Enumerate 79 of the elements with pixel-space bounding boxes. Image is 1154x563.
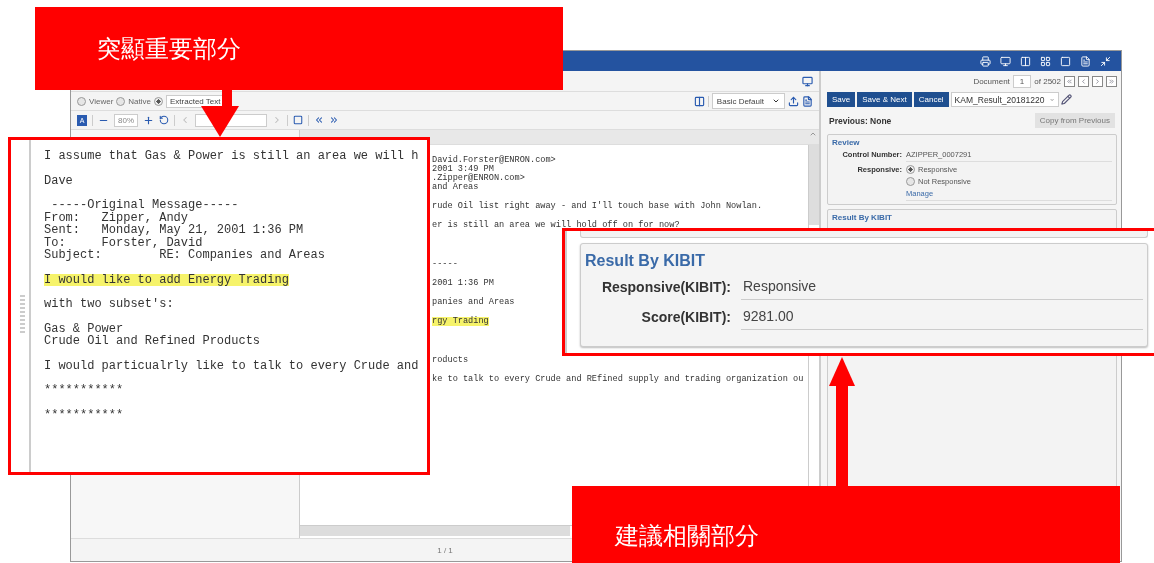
fit-page-icon[interactable] [293, 115, 303, 125]
action-button[interactable]: Save [827, 92, 856, 107]
highlighted-text: I would like to add Energy Trading [44, 273, 289, 286]
field-label: Responsive(KIBIT): [600, 279, 731, 295]
text-line: 2001 3:49 PM [432, 165, 494, 174]
text-line: *********** [44, 384, 124, 397]
text-line: panies and Areas [432, 298, 515, 307]
field-value: Responsive [741, 274, 1143, 300]
nav-button[interactable] [1092, 76, 1103, 87]
minimize-icon[interactable] [1100, 55, 1111, 67]
jump-forward-icon[interactable] [329, 115, 339, 125]
text-line: Crude Oil and Refined Products [44, 335, 261, 348]
printer-icon[interactable] [980, 55, 991, 67]
caret-icon [772, 97, 780, 105]
previous-text: Previous: None [829, 115, 892, 126]
pencil-icon[interactable] [1060, 94, 1072, 105]
mode-label[interactable]: Viewer [89, 96, 114, 106]
chevron-icon [1108, 78, 1115, 85]
zoom-in-icon[interactable] [143, 114, 154, 126]
layout-select[interactable]: KAM_Result_20181220 [950, 92, 1059, 107]
layout-select[interactable]: Basic Default [711, 93, 785, 109]
upload-icon[interactable] [788, 95, 799, 107]
card-title: Review [832, 138, 861, 147]
field-value: 9281.00 [741, 304, 1143, 330]
radio-button[interactable] [154, 96, 163, 106]
columns-icon[interactable] [693, 95, 705, 107]
scrollbar[interactable] [300, 526, 570, 536]
text-line: -----Original Message----- [50, 199, 239, 212]
label-text: 突顯重要部分 [97, 33, 241, 65]
mode-label[interactable]: Native [128, 96, 151, 106]
text-line: with two subset's: [44, 298, 174, 311]
highlighted-text: rgy Trading [432, 317, 489, 326]
document-number-field[interactable]: 1 [1012, 75, 1032, 88]
page-count: 1 / 1 [437, 545, 453, 555]
nav-button[interactable] [1106, 76, 1117, 87]
document-total: of 2502 [1034, 77, 1061, 86]
scrollbar[interactable] [809, 145, 819, 225]
text-line: .Zipper@ENRON.com> [432, 174, 525, 183]
radio-button[interactable] [906, 177, 915, 186]
text-line: ke to talk to every Crude and REfined supply and trading organization ou [432, 375, 804, 384]
zoom-field[interactable]: 80% [114, 113, 138, 127]
nav-button[interactable] [1078, 76, 1089, 87]
text-line: From: Zipper, Andy [44, 211, 189, 224]
grip-handle[interactable] [20, 295, 25, 335]
document-icon[interactable] [802, 95, 813, 107]
text-line: 2001 1:36 PM [432, 279, 494, 288]
action-button[interactable]: Save & Next [857, 92, 912, 107]
chevron-icon [1066, 78, 1073, 85]
mode-label[interactable]: Extracted Text [166, 94, 225, 108]
text-line: To: Forster, David [44, 236, 203, 249]
text-line: er is still an area we will hold off on for now? [432, 221, 680, 230]
panel-icon[interactable] [1060, 55, 1071, 67]
label-text: 建議相關部分 [615, 520, 759, 552]
card-title: Result By KIBIT [585, 252, 706, 270]
monitor-icon[interactable] [1000, 55, 1011, 67]
text-line: Dave [44, 174, 73, 187]
text-line: Subject: RE: Companies and Areas [44, 249, 325, 262]
rotate-icon[interactable] [159, 115, 169, 125]
field-label: Score(KIBIT): [640, 309, 731, 325]
grid-icon[interactable] [1040, 55, 1051, 67]
radio-button[interactable] [116, 96, 126, 106]
jump-back-icon[interactable] [314, 115, 324, 125]
nav-button[interactable] [1064, 76, 1075, 87]
radio-button[interactable] [906, 165, 915, 174]
text-line: roducts [432, 356, 469, 365]
radio-button[interactable] [77, 96, 86, 106]
text-line: rude Oil list right away - and I'll touch base with John Nowlan. [432, 202, 763, 211]
card-title: Result By KIBIT [832, 213, 893, 222]
text-line: David.Forster@ENRON.com> [432, 156, 556, 165]
action-button[interactable]: Cancel [913, 92, 949, 107]
text-line: I assume that Gas & Power is still an area we will h [44, 150, 419, 163]
monitor-icon[interactable] [802, 75, 813, 87]
text-line: ----- [432, 260, 458, 269]
text-line: and Areas [432, 183, 479, 192]
text-line: Gas & Power [44, 322, 124, 335]
text-line: *********** [44, 408, 124, 421]
text-line: I would particualrly like to talk to every Crude and [44, 359, 419, 372]
text-line: Sent: Monday, May 21, 2001 1:36 PM [44, 224, 304, 237]
document-label: Document [973, 77, 1010, 86]
